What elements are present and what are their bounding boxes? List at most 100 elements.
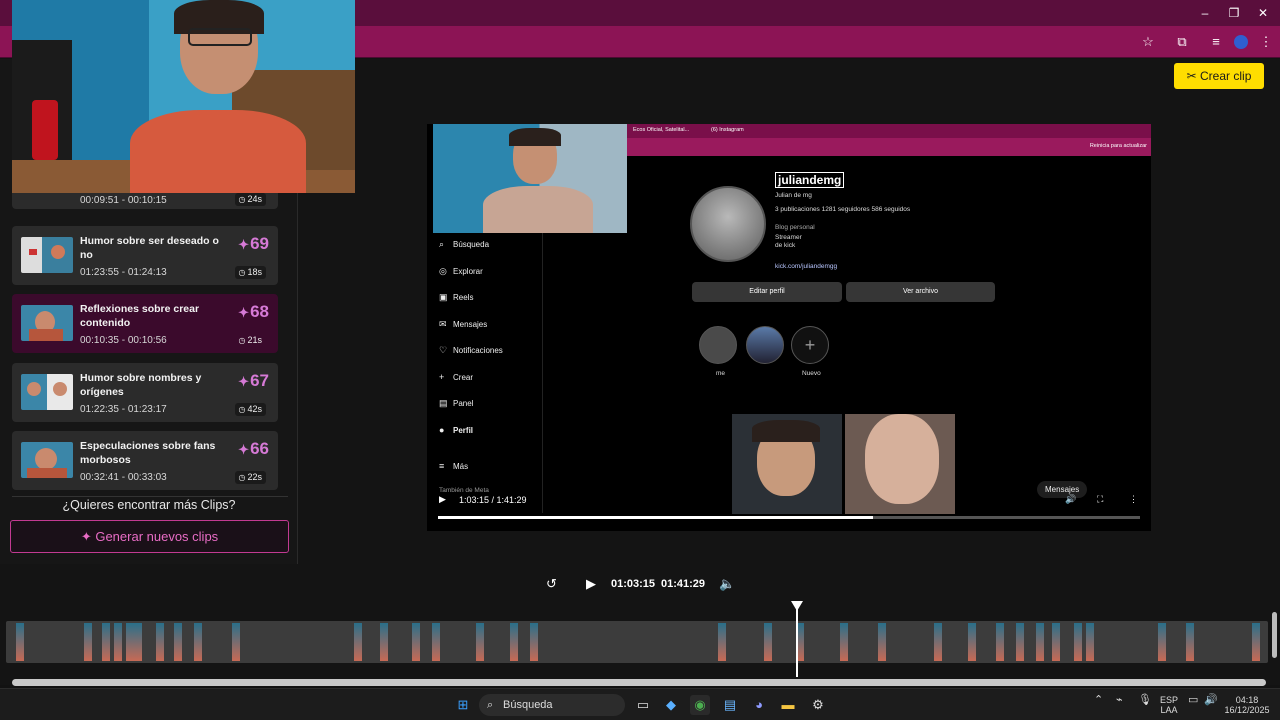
total-time: 01:41:29 (661, 578, 706, 590)
timeline-thumbnail (840, 623, 848, 661)
preview-nav-item: ▤ Panel (439, 398, 473, 409)
preview-nav-item: + Crear (439, 372, 473, 382)
timeline-thumbnail (102, 623, 110, 661)
clip-card-selected[interactable]: Reflexiones sobre crear contenido ✦68 00… (12, 294, 278, 353)
clip-score: ✦68 (238, 302, 269, 321)
clip-duration: ◷ 24s (234, 193, 266, 206)
sparkle-icon: ✦ (80, 529, 96, 544)
playhead[interactable] (796, 602, 798, 677)
preview-nav-item: ◎ Explorar (439, 266, 483, 277)
preview-nav-icon: ≡ (439, 461, 445, 471)
task-view-icon[interactable]: ▭ (633, 695, 653, 715)
discord-icon[interactable]: ◕ (749, 695, 769, 715)
chevron-up-icon[interactable]: ⌃ (1094, 695, 1103, 706)
folder-icon[interactable]: ▬ (778, 695, 798, 715)
preview-highlight (699, 326, 737, 364)
preview-address-action: Reinicia para actualizar (1089, 143, 1147, 149)
preview-progress-fill (438, 516, 874, 519)
preview-link: kick.com/juliandemgg (775, 263, 838, 270)
notepad-icon[interactable]: ▤ (720, 695, 740, 715)
media-icon[interactable]: ≡ (1206, 32, 1226, 52)
minimize-button[interactable]: – (1194, 4, 1216, 22)
preview-avatar (690, 186, 766, 262)
preview-bio: Blog personal (775, 224, 815, 231)
display-icon[interactable]: ▭ (1188, 695, 1198, 706)
preview-nav-label: Panel (453, 399, 474, 408)
clip-score: ✦69 (238, 234, 269, 253)
chrome-icon[interactable]: ◉ (690, 695, 710, 715)
more-icon: ⋮ (1129, 494, 1138, 504)
close-button[interactable]: ✕ (1252, 4, 1274, 22)
app-icon[interactable]: ⚙ (808, 695, 828, 715)
volume-icon[interactable]: 🔈 (719, 576, 735, 592)
sparkle-icon: ✦ (238, 374, 250, 389)
clip-card[interactable]: Humor sobre nombres y orígenes ✦67 01:22… (12, 363, 278, 422)
clip-card[interactable]: Humor sobre ser deseado o no ✦69 01:23:5… (12, 226, 278, 285)
clock-icon: ◷ (238, 405, 246, 414)
preview-edit-profile: Editar perfil (692, 282, 842, 302)
profile-icon[interactable] (1231, 32, 1251, 52)
extensions-icon[interactable]: ⧉ (1172, 32, 1192, 52)
clip-title: Humor sobre ser deseado o no (80, 235, 219, 261)
preview-stats: 3 publicaciones 1281 seguidores 586 segu… (775, 206, 911, 213)
play-button[interactable]: ▶ (586, 576, 596, 592)
timeline[interactable] (6, 621, 1268, 663)
preview-nav-icon: ✉ (439, 319, 447, 329)
preview-progress-track[interactable] (438, 516, 1140, 519)
network-icon[interactable]: ⌁ (1116, 695, 1123, 706)
clip-time: 00:32:41 - 00:33:03 (80, 472, 167, 483)
volume-icon[interactable]: 🔊 (1204, 695, 1218, 706)
clip-score: ✦67 (238, 371, 269, 390)
preview-nav-item: ≡ Más (439, 461, 468, 471)
generate-clips-button[interactable]: ✦ Generar nuevos clips (10, 520, 289, 553)
timeline-thumbnail (996, 623, 1004, 661)
crear-clip-button[interactable]: ✂ Crear clip (1174, 63, 1264, 89)
language-indicator[interactable]: ESP LAA (1160, 695, 1178, 715)
taskbar-search[interactable]: ⌕ Búsqueda (479, 694, 625, 716)
timeline-thumbnail (194, 623, 202, 661)
preview-nav-label: Crear (453, 373, 474, 382)
preview-tabbar: Ecos Oficial, Satelital... (6) Instagram (627, 124, 1151, 138)
preview-nav-icon: + (439, 372, 445, 382)
clock[interactable]: 04:18 16/12/2025 (1222, 695, 1272, 715)
mic-icon[interactable]: 🎙 (1138, 695, 1152, 706)
timeline-thumbnail (380, 623, 388, 661)
preview-highlight (746, 326, 784, 364)
clip-duration: ◷ 21s (238, 335, 263, 345)
timeline-thumbnail (1052, 623, 1060, 661)
preview-nav-icon: ● (439, 425, 445, 435)
timeline-thumbnail (1252, 623, 1260, 661)
timeline-thumbnail (1036, 623, 1044, 661)
timeline-thumbnail (934, 623, 942, 661)
timeline-thumbnail (354, 623, 362, 661)
preview-highlight-label: me (716, 370, 726, 377)
preview-display-name: Julian de mg (775, 192, 812, 199)
preview-bio: de kick (775, 242, 796, 249)
timeline-thumbnail (1074, 623, 1082, 661)
clip-time: 01:23:55 - 01:24:13 (80, 267, 167, 278)
volume-icon: 🔊 (1065, 494, 1077, 504)
copilot-icon[interactable]: ◆ (661, 695, 681, 715)
restore-button[interactable]: ❐ (1223, 4, 1245, 22)
preview-nav-item: ● Perfil (439, 425, 473, 435)
preview-bio: Streamer (775, 234, 802, 241)
clip-thumbnail (21, 305, 73, 341)
windows-start-icon[interactable]: ⊞ (453, 695, 473, 715)
preview-nav-label: Búsqueda (453, 240, 490, 249)
menu-icon[interactable]: ⋮ (1256, 32, 1276, 52)
preview-nav-label: Más (453, 462, 469, 471)
preview-nav-icon: ♡ (439, 345, 448, 355)
vertical-scrollbar[interactable] (1272, 612, 1277, 658)
timeline-thumbnail (84, 623, 92, 661)
preview-nav-label: Notificaciones (453, 346, 503, 355)
preview-nav-label: Perfil (453, 426, 474, 435)
preview-post (732, 414, 842, 514)
clip-card[interactable]: Especulaciones sobre fans morbosos ✦66 0… (12, 431, 278, 490)
horizontal-scrollbar[interactable] (12, 679, 1266, 686)
video-preview[interactable]: Ecos Oficial, Satelital... (6) Instagram… (427, 124, 1151, 531)
replay-icon[interactable]: ↺ (546, 576, 557, 592)
timeline-thumbnail (156, 623, 164, 661)
preview-nav-label: Mensajes (453, 320, 488, 329)
star-icon[interactable]: ☆ (1138, 32, 1158, 52)
timeline-thumbnail (134, 623, 142, 661)
